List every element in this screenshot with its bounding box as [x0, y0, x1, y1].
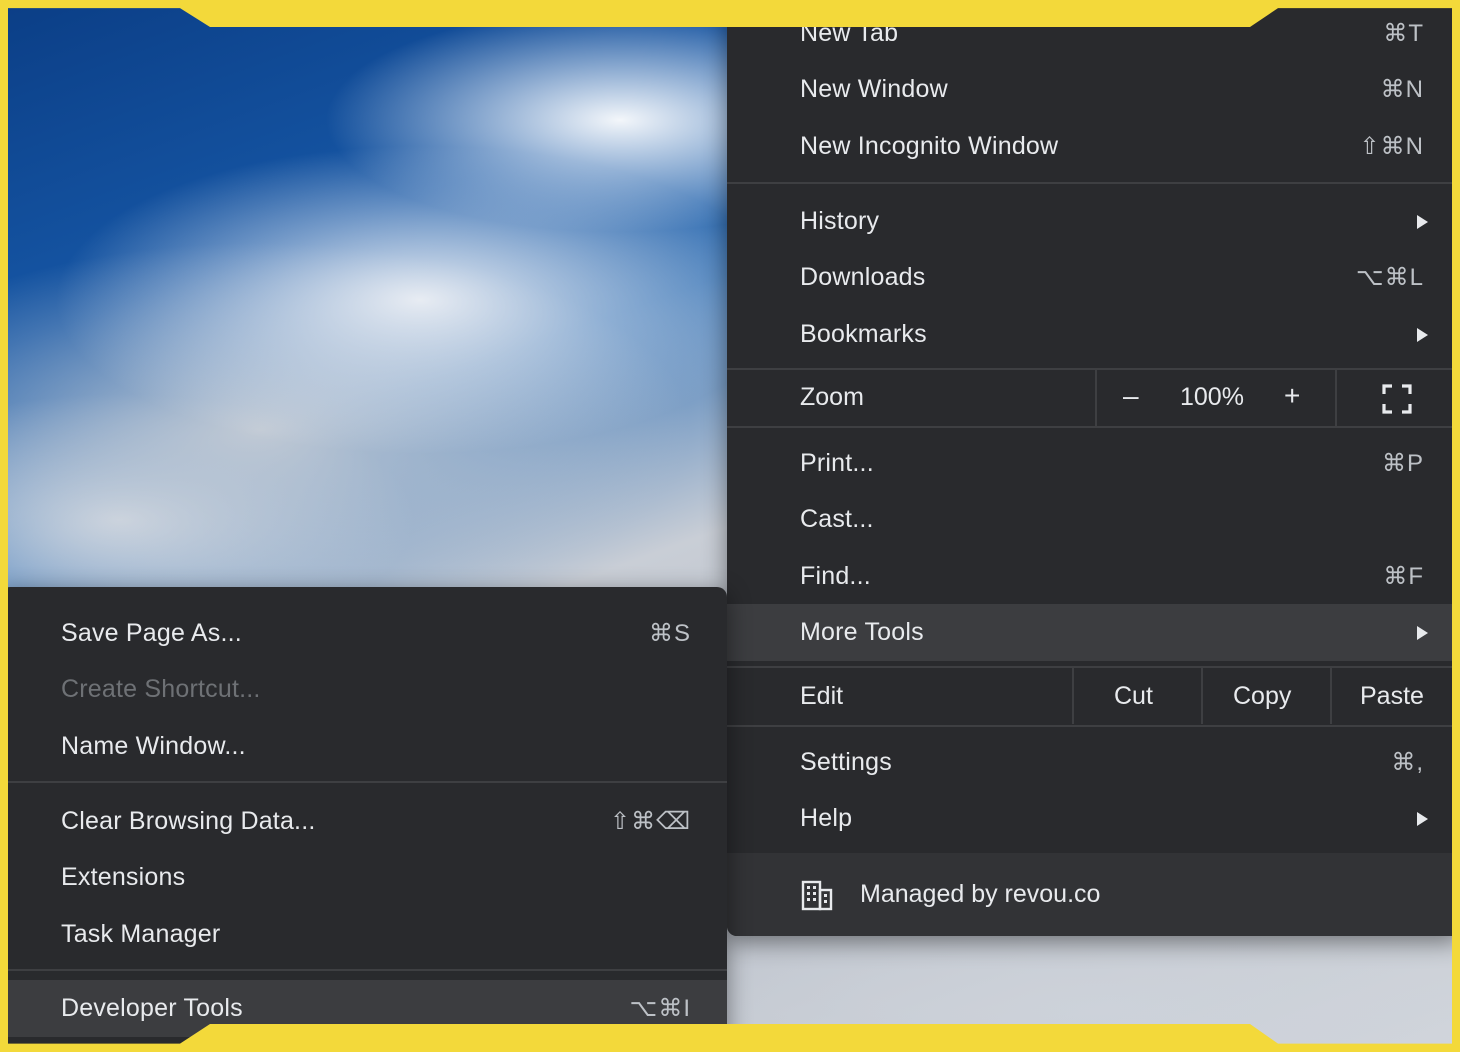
menu-item-find[interactable]: Find... ⌘F	[727, 548, 1460, 605]
zoom-in-button[interactable]: +	[1284, 380, 1300, 412]
menu-item-shortcut: ⌘T	[1383, 20, 1424, 47]
building-icon	[801, 880, 833, 911]
submenu-arrow-icon	[1417, 811, 1428, 826]
menu-item-cast[interactable]: Cast...	[727, 491, 1460, 548]
menu-item-label: Name Window...	[61, 732, 246, 760]
menu-item-label: More Tools	[800, 618, 924, 646]
menu-separator	[727, 182, 1460, 184]
submenu-arrow-icon	[1417, 327, 1428, 342]
menu-item-label: Create Shortcut...	[61, 675, 261, 703]
menu-separator	[0, 969, 727, 971]
menu-item-label: Developer Tools	[61, 994, 243, 1022]
frame-border-left	[0, 0, 8, 1052]
menu-item-shortcut: ⌥⌘L	[1355, 264, 1424, 291]
edit-divider	[1330, 668, 1332, 724]
chrome-main-menu: New Tab ⌘T New Window ⌘N New Incognito W…	[727, 0, 1460, 936]
submenu-arrow-icon	[1417, 625, 1428, 640]
menu-separator	[0, 781, 727, 783]
submenu-item-task-manager[interactable]: Task Manager	[0, 906, 727, 963]
menu-item-new-window[interactable]: New Window ⌘N	[727, 61, 1460, 118]
zoom-divider	[1095, 370, 1097, 426]
menu-item-label: New Window	[800, 75, 948, 103]
menu-item-label: Cast...	[800, 505, 874, 533]
frame-border-top	[0, 0, 1460, 27]
menu-item-settings[interactable]: Settings ⌘,	[727, 734, 1460, 791]
menu-item-shortcut: ⌘,	[1391, 749, 1424, 776]
submenu-item-extensions[interactable]: Extensions	[0, 849, 727, 906]
zoom-divider	[1335, 370, 1337, 426]
menu-item-label: Extensions	[61, 863, 186, 891]
menu-item-label: Bookmarks	[800, 320, 927, 348]
menu-item-shortcut: ⌘N	[1380, 76, 1424, 103]
fullscreen-icon[interactable]	[1382, 384, 1412, 414]
menu-item-label: New Incognito Window	[800, 132, 1059, 160]
submenu-item-save-page-as[interactable]: Save Page As... ⌘S	[0, 605, 727, 662]
menu-item-label: Settings	[800, 748, 892, 776]
zoom-out-button[interactable]: –	[1123, 380, 1139, 412]
managed-by-label: Managed by revou.co	[860, 880, 1101, 908]
menu-item-label: Task Manager	[61, 920, 221, 948]
menu-item-shortcut: ⇧⌘N	[1359, 133, 1424, 160]
submenu-arrow-icon	[1417, 214, 1428, 229]
menu-item-label: Clear Browsing Data...	[61, 807, 316, 835]
menu-item-help[interactable]: Help	[727, 790, 1460, 847]
submenu-item-create-shortcut: Create Shortcut...	[0, 661, 727, 718]
frame-border-right	[1452, 0, 1460, 1052]
menu-item-downloads[interactable]: Downloads ⌥⌘L	[727, 249, 1460, 306]
menu-item-shortcut: ⌘P	[1381, 450, 1424, 477]
menu-item-history[interactable]: History	[727, 193, 1460, 250]
menu-item-shortcut: ⌥⌘I	[629, 995, 691, 1022]
frame-border-bottom	[0, 1024, 1460, 1052]
menu-item-bookmarks[interactable]: Bookmarks	[727, 306, 1460, 363]
zoom-label: Zoom	[800, 383, 864, 411]
menu-item-label: Downloads	[800, 263, 926, 291]
edit-row: Edit Cut Copy Paste	[727, 668, 1460, 725]
menu-item-shortcut: ⇧⌘⌫	[609, 808, 691, 835]
more-tools-submenu: Save Page As... ⌘S Create Shortcut... Na…	[0, 587, 727, 1052]
menu-item-new-incognito-window[interactable]: New Incognito Window ⇧⌘N	[727, 118, 1460, 175]
menu-item-label: History	[800, 207, 880, 235]
cut-button[interactable]: Cut	[1114, 682, 1153, 711]
submenu-item-name-window[interactable]: Name Window...	[0, 718, 727, 775]
menu-item-label: Save Page As...	[61, 619, 242, 647]
edit-label: Edit	[800, 682, 844, 710]
menu-separator	[727, 725, 1460, 727]
paste-button[interactable]: Paste	[1360, 682, 1424, 711]
menu-item-label: Print...	[800, 449, 874, 477]
menu-item-more-tools[interactable]: More Tools	[727, 604, 1460, 661]
submenu-item-clear-browsing-data[interactable]: Clear Browsing Data... ⇧⌘⌫	[0, 793, 727, 850]
menu-item-print[interactable]: Print... ⌘P	[727, 435, 1460, 492]
menu-item-shortcut: ⌘S	[648, 620, 691, 647]
edit-divider	[1072, 668, 1074, 724]
edit-divider	[1201, 668, 1203, 724]
zoom-row: Zoom – 100% +	[727, 370, 1460, 426]
menu-item-label: Find...	[800, 562, 871, 590]
managed-by-row[interactable]: Managed by revou.co	[727, 853, 1460, 936]
menu-item-shortcut: ⌘F	[1383, 563, 1424, 590]
zoom-level: 100%	[1180, 383, 1244, 411]
menu-separator	[727, 426, 1460, 428]
menu-item-label: Help	[800, 804, 853, 832]
copy-button[interactable]: Copy	[1233, 682, 1291, 711]
